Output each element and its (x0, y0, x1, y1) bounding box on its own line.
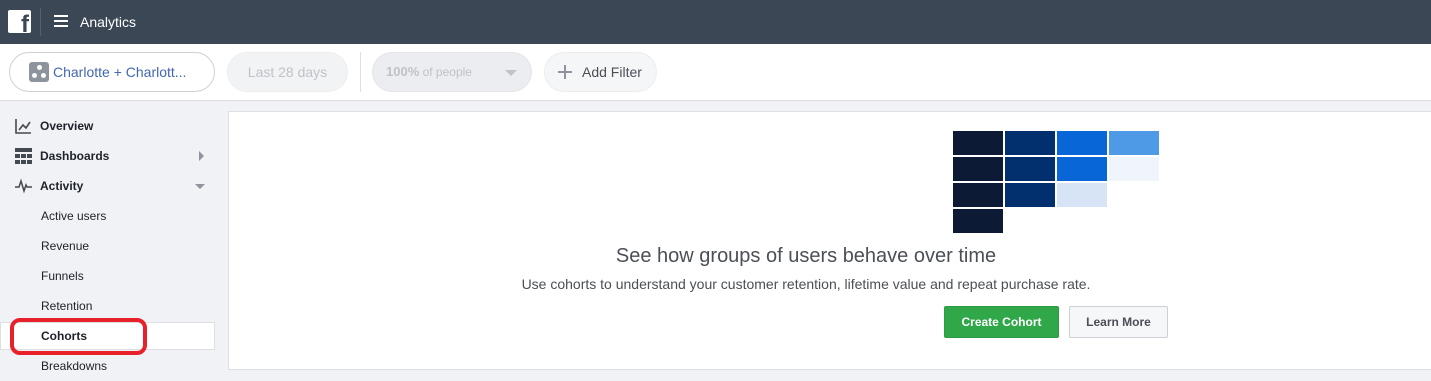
sidebar-item-label: Dashboards (40, 149, 110, 163)
learn-more-button[interactable]: Learn More (1069, 306, 1168, 338)
chevron-right-icon (199, 151, 204, 161)
heatmap-cell (1057, 131, 1107, 155)
caret-down-icon (505, 70, 517, 76)
facebook-logo-icon[interactable]: f (8, 10, 31, 33)
heatmap-cell (1057, 157, 1107, 181)
empty-state-title: See how groups of users behave over time (615, 245, 997, 267)
heatmap-cell (1005, 183, 1055, 207)
plus-icon (558, 65, 572, 79)
heatmap-cell (953, 209, 1003, 233)
empty-state-description: Use cohorts to understand your customer … (521, 276, 1091, 292)
grid-icon (15, 148, 32, 164)
group-icon (29, 62, 49, 82)
app-title: Analytics (80, 14, 137, 30)
pulse-icon (15, 178, 32, 194)
sidebar-item-overview[interactable]: Overview (0, 112, 215, 140)
line-chart-icon (15, 119, 31, 134)
heatmap-cell (1005, 131, 1055, 155)
topbar-divider (40, 8, 41, 36)
percent-value: 100% (386, 64, 420, 79)
filterbar-divider (360, 52, 361, 92)
sidebar-item-active-users[interactable]: Active users (0, 202, 215, 230)
heatmap-cell (953, 131, 1003, 155)
date-range-button[interactable]: Last 28 days (227, 52, 348, 92)
sidebar-item-activity[interactable]: Activity (0, 172, 215, 200)
hamburger-menu-icon[interactable] (54, 14, 68, 28)
add-filter-label: Add Filter (582, 64, 642, 80)
sidebar-item-funnels[interactable]: Funnels (0, 262, 215, 290)
sidebar-item-breakdowns[interactable]: Breakdowns (0, 352, 215, 380)
segment-label: Charlotte + Charlott... (53, 64, 187, 80)
sidebar-item-label: Overview (40, 119, 94, 133)
filter-bar: Charlotte + Charlott... Last 28 days 100… (0, 44, 1431, 101)
sidebar-item-cohorts[interactable]: Cohorts (0, 322, 215, 350)
create-cohort-button[interactable]: Create Cohort (944, 306, 1059, 338)
heatmap-cell (1109, 157, 1159, 181)
heatmap-cell (1109, 131, 1159, 155)
cohort-heatmap-illustration (953, 131, 1159, 234)
segment-selector[interactable]: Charlotte + Charlott... (9, 52, 215, 92)
sidebar: Overview Dashboards Activity Active user… (0, 102, 228, 381)
sidebar-item-revenue[interactable]: Revenue (0, 232, 215, 260)
sidebar-item-retention[interactable]: Retention (0, 292, 215, 320)
top-bar: f Analytics (0, 0, 1431, 44)
sidebar-item-dashboards[interactable]: Dashboards (0, 142, 215, 170)
add-filter-button[interactable]: Add Filter (544, 52, 657, 92)
heatmap-cell (1057, 183, 1107, 207)
percent-suffix: of people (422, 65, 472, 79)
heatmap-cell (953, 157, 1003, 181)
heatmap-cell (1005, 157, 1055, 181)
sidebar-item-label: Activity (40, 179, 84, 193)
cohorts-empty-state-card: See how groups of users behave over time… (228, 111, 1431, 370)
percent-of-people-dropdown[interactable]: 100% of people (372, 52, 532, 92)
heatmap-cell (953, 183, 1003, 207)
chevron-down-icon (195, 184, 205, 189)
